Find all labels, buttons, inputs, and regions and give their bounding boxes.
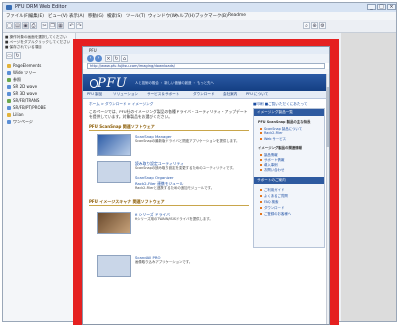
sidebar-box: イメージング製品一覧 PFU ScanSnap 製品の主な特長 ScanSnap… [253, 108, 325, 248]
sidebar-link[interactable]: お問い合わせ [260, 167, 284, 172]
menu-tools[interactable]: ツール(T) [126, 13, 145, 19]
pfu-logo[interactable]: PFU [90, 76, 127, 91]
scrollbar-thumb[interactable] [326, 87, 329, 147]
item-description: Rack2-Filerと連携するための追加モジュールです。 [135, 186, 215, 190]
menu-window[interactable]: ウィンドウ(W) [148, 13, 178, 19]
menu-file[interactable]: ファイル(F) [6, 13, 30, 19]
product-thumbnail[interactable] [97, 212, 131, 234]
sidebar-link[interactable]: ご利用ガイド [260, 187, 284, 192]
product-thumbnail[interactable] [97, 134, 131, 156]
menu-bookmark[interactable]: ブックマーク(B) [195, 13, 228, 19]
minimize-button[interactable]: _ [367, 4, 376, 10]
nav-company[interactable]: 会社案内 [223, 92, 237, 97]
undo-icon[interactable]: ↶ [68, 22, 75, 29]
back-icon[interactable]: ‹ [87, 55, 94, 62]
menu-go[interactable]: 移動(G) [88, 13, 104, 19]
sidebar-link[interactable]: よくあるご質問 [260, 193, 288, 198]
sidebar-subheading: PFU ScanSnap 製品の主な特長 [258, 120, 311, 124]
menu-readme[interactable]: Readme [228, 13, 246, 18]
tree-item[interactable]: SR 3D wave [7, 91, 37, 97]
page-utility-links[interactable]: ■印刷 ■ご覧いただくにあたって [253, 102, 307, 107]
breadcrumb[interactable]: ホーム > ダウンロード > イメージング [89, 102, 153, 107]
open-icon[interactable]: ▤ [14, 22, 21, 29]
tree-item[interactable]: ワンページ [7, 119, 33, 125]
tree-item[interactable]: SR 2D wave [7, 84, 37, 90]
maximize-button[interactable]: □ [377, 4, 386, 10]
search-icon[interactable]: ⌕ [303, 22, 310, 29]
side-hint-3: ■ 保存されている項目 [5, 45, 42, 49]
paste-icon[interactable]: ▦ [57, 22, 64, 29]
item-description: 画像取り込みアプリケーションです。 [135, 260, 193, 264]
nav-download[interactable]: ダウンロード [193, 92, 215, 97]
intro-text: このページでは、PFU社のイメージング製品の各種ドライバ・ユーティリティ・アップ… [89, 109, 248, 119]
panel-refresh-icon[interactable]: ↻ [14, 52, 21, 59]
section-divider [89, 205, 249, 206]
settings-icon[interactable]: ⚙ [319, 22, 326, 29]
panel-folder-icon[interactable]: ▭ [6, 52, 13, 59]
print-icon[interactable]: ⎙ [30, 22, 37, 29]
menu-edit[interactable]: 編集(E) [29, 13, 44, 19]
save-icon[interactable]: ▣ [22, 22, 29, 29]
tree-item[interactable]: PageElements [7, 63, 41, 69]
menu-search[interactable]: 検索(S) [107, 13, 122, 19]
site-tagline: 人と技術の融合 ・ 新しい価値の創造 ・ もっと先へ [135, 81, 214, 85]
sidebar-heading: イメージング製品一覧 [254, 109, 324, 116]
forward-icon[interactable]: › [95, 55, 102, 62]
menu-view[interactable]: ビュー(V) [48, 13, 68, 19]
tree-item[interactable]: SR/FB/TRANS [7, 98, 39, 104]
browser-nav: ‹ › × ↻ ⌂ [83, 54, 329, 63]
nav-support[interactable]: サービス＆サポート [147, 92, 179, 97]
nav-solutions[interactable]: ソリューション [113, 92, 138, 97]
cut-icon[interactable]: ✂ [41, 22, 48, 29]
close-button[interactable]: × [387, 4, 396, 10]
toolbar: ▢ ▤ ▣ ⎙ ✂ ❐ ▦ ↶ ↷ ⌕ ⊕ ⚙ [3, 20, 396, 33]
refresh-icon[interactable]: ↻ [113, 55, 120, 62]
item-description: ScanSnapの読み取り設定を変更するためのユーティリティです。 [135, 166, 236, 170]
tree-item[interactable]: SR/FB/PT/PROBE [7, 105, 46, 111]
new-icon[interactable]: ▢ [6, 22, 13, 29]
browser-title: PFU [89, 48, 97, 53]
nav-about[interactable]: PFU について [246, 92, 268, 97]
menu-help[interactable]: ヘルプ(H) [175, 13, 195, 19]
sidebar-link[interactable]: ご登録のお客様へ [260, 211, 291, 216]
product-thumbnail[interactable] [97, 161, 131, 183]
item-description: fiシリーズ用のTWAIN/ISISドライバを提供します。 [135, 217, 213, 221]
sidebar-link[interactable]: Rack2-Filer [260, 131, 283, 135]
section-divider [89, 130, 249, 131]
tree-item[interactable]: 参照 [7, 77, 21, 83]
app-icon [6, 5, 12, 10]
redo-icon[interactable]: ↷ [76, 22, 83, 29]
item-description: ScanSnapの最新版ドライバと関連アプリケーションを提供します。 [135, 139, 240, 143]
sidebar-subheading: イメージング製品の関連情報 [258, 146, 303, 150]
home-icon[interactable]: ⌂ [121, 55, 128, 62]
tree-item[interactable]: Lilian [7, 112, 24, 118]
menu-bar: ファイル(F) 編集(E) ビュー(V) 表示(A) 移動(G) 検索(S) ツ… [3, 12, 396, 20]
sidebar-link[interactable]: Web サービス [260, 136, 286, 141]
window-title: PFU DRM Web Editor [15, 4, 67, 10]
sidebar-link[interactable]: ダウンロード [260, 205, 284, 210]
copy-icon[interactable]: ❐ [49, 22, 56, 29]
sidebar-heading: サポートのご案内 [254, 177, 324, 184]
side-panel: ■ 操作対象の画面を選択してください ■ ページをダブルクリックしてください ■… [3, 33, 76, 321]
browser-window: PFU ‹ › × ↻ ⌂ http://www.pfu.fujitsu.com… [82, 46, 330, 325]
product-thumbnail[interactable] [97, 255, 131, 277]
zoom-icon[interactable]: ⊕ [311, 22, 318, 29]
tree-item[interactable]: Wide ツリー [7, 70, 36, 76]
stop-icon[interactable]: × [105, 55, 112, 62]
menu-display[interactable]: 表示(A) [69, 13, 84, 19]
empty-workspace [341, 33, 396, 321]
nav-products[interactable]: PFU 製品 [87, 92, 102, 97]
site-nav: PFU 製品 ソリューション サービス＆サポート ダウンロード 会社案内 PFU… [83, 91, 329, 99]
site-header: PFU 人と技術の融合 ・ 新しい価値の創造 ・ もっと先へ [83, 74, 329, 91]
item-link[interactable]: ScanSnap Organizer [135, 175, 174, 180]
sidebar-link[interactable]: FAQ 検索 [260, 199, 278, 204]
